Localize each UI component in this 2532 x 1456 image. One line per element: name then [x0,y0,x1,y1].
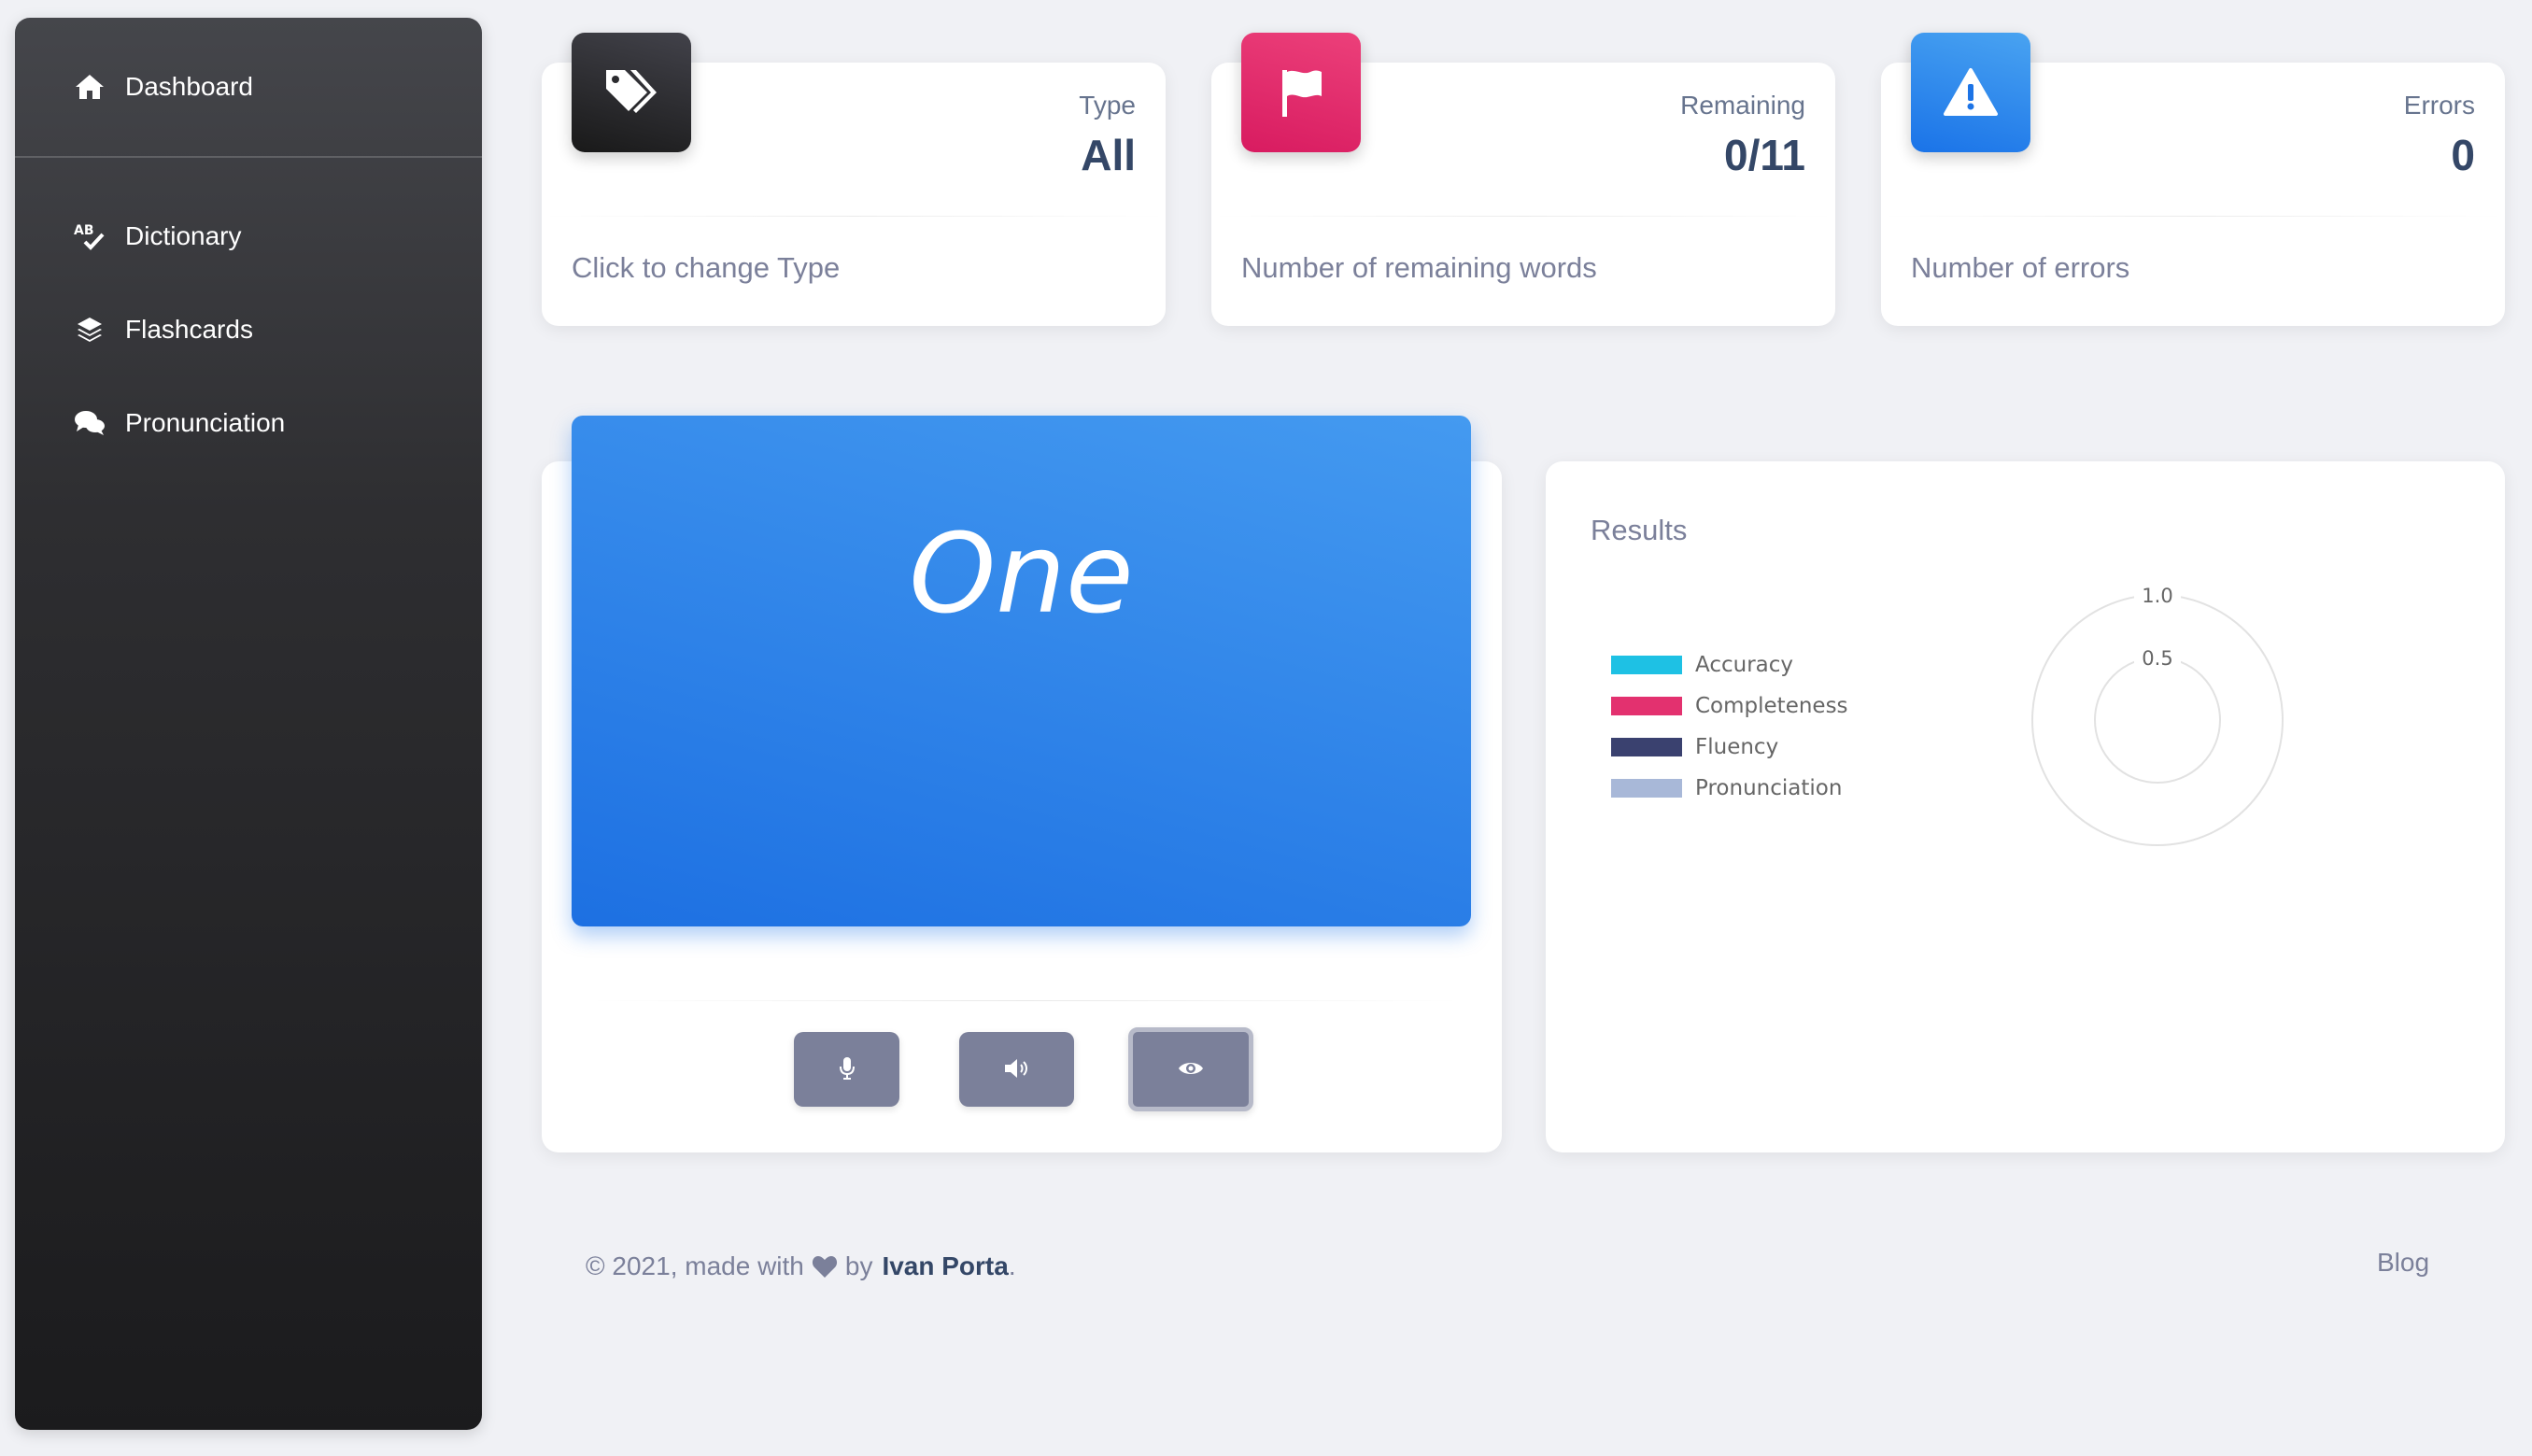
legend-item-accuracy[interactable]: Accuracy [1611,644,1848,686]
radar-tick-label: 1.0 [2142,585,2172,607]
home-icon [73,70,106,104]
sidebar-nav: AB Dictionary Flashcards Pronunciation [15,158,482,470]
sidebar-item-dictionary[interactable]: AB Dictionary [15,190,482,283]
heart-icon [812,1254,838,1279]
sidebar-item-label: Flashcards [125,315,253,344]
sidebar-item-dashboard[interactable]: Dashboard [15,18,482,158]
legend-label: Fluency [1695,735,1779,759]
divider [542,216,1166,217]
speaker-icon [1003,1057,1031,1082]
flag-icon [1241,33,1361,152]
reveal-button[interactable] [1128,1027,1253,1111]
footer-copyright: © 2021, made with by Ivan Porta . [586,1251,1016,1281]
footer-text: . [1008,1251,1016,1280]
tags-icon [572,33,691,152]
stat-value: 0 [2451,131,2475,179]
footer-author-link[interactable]: Ivan Porta [882,1251,1008,1281]
svg-text:AB: AB [74,223,94,238]
stat-value: All [1081,131,1136,179]
flashcard[interactable]: One [572,416,1471,926]
footer-blog-link[interactable]: Blog [2377,1248,2429,1278]
radar-grid-ring-outer [2031,594,2284,846]
stat-footer: Number of errors [1911,251,2130,284]
stat-footer: Click to change Type [572,251,841,284]
stat-label: Type [1079,91,1136,120]
radar-chart: 1.0 0.5 [2031,583,2284,846]
legend-item-pronunciation[interactable]: Pronunciation [1611,768,1848,809]
legend-swatch [1611,738,1682,756]
legend-swatch [1611,779,1682,798]
divider [1881,216,2505,217]
stat-card-type[interactable]: Type All Click to change Type [542,33,1166,326]
layers-icon [73,313,106,346]
legend-label: Accuracy [1695,653,1794,677]
comments-icon [73,406,106,440]
legend-item-fluency[interactable]: Fluency [1611,727,1848,768]
stat-card-errors: Errors 0 Number of errors [1881,33,2505,326]
record-button[interactable] [794,1032,899,1107]
play-audio-button[interactable] [959,1032,1074,1107]
sidebar-item-pronunciation[interactable]: Pronunciation [15,376,482,470]
stat-label: Errors [2403,91,2475,120]
sidebar-item-label: Pronunciation [125,408,286,437]
stat-footer: Number of remaining words [1241,251,1597,284]
sidebar-item-label: Dashboard [125,72,253,101]
divider [1211,216,1835,217]
legend-swatch [1611,697,1682,715]
results-title: Results [1591,514,1688,546]
radar-tick-label: 0.5 [2142,647,2172,670]
warning-icon [1911,33,2030,152]
footer-text: by [844,1251,873,1280]
microphone-icon [839,1056,856,1083]
eye-icon [1178,1060,1204,1080]
chart-legend: Accuracy Completeness Fluency Pronunciat… [1611,644,1848,809]
footer-text: © 2021, made with [586,1251,804,1280]
legend-label: Pronunciation [1695,776,1843,800]
radar-grid-ring-inner [2094,657,2221,784]
stat-label: Remaining [1680,91,1805,120]
legend-item-completeness[interactable]: Completeness [1611,686,1848,727]
stat-value: 0/11 [1724,131,1805,179]
sidebar-item-label: Dictionary [125,221,242,250]
flashcard-word: One [909,509,1134,638]
spellcheck-icon: AB [73,219,106,253]
legend-label: Completeness [1695,694,1848,718]
sidebar-item-flashcards[interactable]: Flashcards [15,283,482,376]
sidebar: Dashboard AB Dictionary Flashcards Pronu… [15,18,482,1430]
stat-card-remaining: Remaining 0/11 Number of remaining words [1211,33,1835,326]
divider [588,1000,1462,1001]
results-panel: Results Accuracy Completeness Fluency Pr… [1546,461,2505,1152]
legend-swatch [1611,656,1682,674]
